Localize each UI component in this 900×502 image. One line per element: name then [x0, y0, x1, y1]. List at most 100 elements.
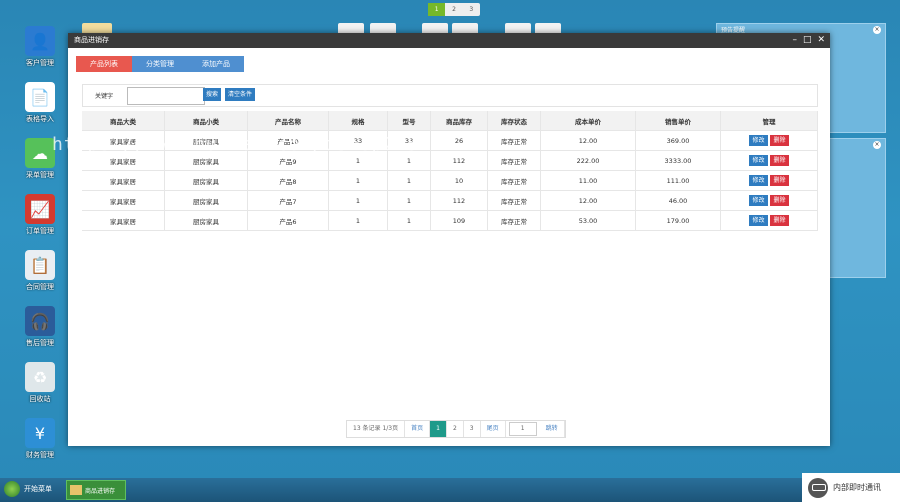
desktop-page-3[interactable]: 3: [463, 3, 480, 16]
desktop-icon-label: 订单管理: [26, 227, 54, 235]
desktop-icon[interactable]: ♻ 回收站: [20, 362, 60, 404]
tab-product-list[interactable]: 产品列表: [76, 56, 132, 72]
product-window: 商品进销存 – □ ✕ 产品列表 分类管理 添加产品 关键字 搜索 清空条件 商…: [68, 33, 830, 446]
cell-spec: 1: [328, 210, 388, 231]
task-label: 商品进销存: [85, 487, 116, 495]
first-page-link[interactable]: 首页: [405, 421, 431, 437]
desktop-icon[interactable]: 📈 订单管理: [20, 194, 60, 236]
column-header[interactable]: 成本单价: [540, 111, 636, 131]
cell-cost: 53.00: [540, 210, 636, 231]
desktop-icon[interactable]: 👤 客户管理: [20, 26, 60, 68]
cloud-icon: ☁: [25, 138, 55, 168]
pagination: 13 条记录 1/3页 首页 1 2 3 尾页 1 跳转: [346, 420, 566, 438]
cell-status: 库存正常: [487, 210, 541, 231]
desktop-icon[interactable]: 📄 表格导入: [20, 82, 60, 124]
cell-status: 库存正常: [487, 150, 541, 171]
edit-button[interactable]: 修改: [749, 215, 768, 226]
cell-spec: 1: [328, 170, 388, 191]
tab-bar: 产品列表 分类管理 添加产品: [76, 56, 244, 72]
edit-button[interactable]: 修改: [749, 155, 768, 166]
cell-price: 179.00: [635, 210, 721, 231]
desktop-icon-label: 售后管理: [26, 339, 54, 347]
maximize-icon[interactable]: □: [803, 33, 812, 48]
folder-icon: [70, 485, 82, 495]
desktop-pager: 1 2 3: [428, 3, 480, 16]
clear-button[interactable]: 清空条件: [225, 88, 256, 101]
edit-button[interactable]: 修改: [749, 195, 768, 206]
close-icon[interactable]: ✕: [817, 33, 825, 48]
cell-stock: 109: [430, 210, 488, 231]
column-header[interactable]: 商品大类: [82, 111, 165, 131]
close-icon[interactable]: ×: [873, 26, 881, 34]
im-label: 内部即时通讯: [833, 483, 881, 492]
cell-sub: 厨房家具: [164, 190, 248, 211]
desktop-icon-label: 财务管理: [26, 451, 54, 459]
start-menu-button[interactable]: 开始菜单: [4, 481, 52, 497]
document-icon: 📄: [25, 82, 55, 112]
cell-name: 产品8: [247, 170, 329, 191]
cell-cost: 12.00: [540, 130, 636, 151]
cell-price: 3333.00: [635, 150, 721, 171]
tab-category-manage[interactable]: 分类管理: [132, 56, 188, 72]
column-header[interactable]: 库存状态: [487, 111, 541, 131]
record-summary: 13 条记录 1/3页: [347, 421, 406, 437]
delete-button[interactable]: 删除: [770, 195, 789, 206]
cell-price: 46.00: [635, 190, 721, 211]
page-link-2[interactable]: 2: [447, 421, 464, 437]
search-button[interactable]: 搜索: [203, 88, 222, 101]
window-titlebar[interactable]: 商品进销存 – □ ✕: [68, 33, 830, 48]
instant-messaging-button[interactable]: 内部即时通讯: [802, 473, 900, 502]
column-header[interactable]: 商品小类: [164, 111, 248, 131]
taskbar-item-product[interactable]: 商品进销存: [66, 480, 126, 500]
cell-actions: 修改 删除: [720, 190, 818, 211]
desktop-page-2[interactable]: 2: [445, 3, 462, 16]
last-page-link[interactable]: 尾页: [481, 421, 506, 437]
delete-button[interactable]: 删除: [770, 135, 789, 146]
page-link-1[interactable]: 1: [430, 421, 447, 437]
cell-status: 库存正常: [487, 170, 541, 191]
taskbar: 开始菜单 商品进销存: [0, 478, 900, 502]
cell-price: 111.00: [635, 170, 721, 191]
column-header[interactable]: 管理: [720, 111, 818, 131]
table-row: 家具家居 厨房家具 产品8 1 1 10 库存正常 11.00 111.00 修改 删除: [82, 170, 818, 191]
keyword-input[interactable]: [127, 87, 205, 105]
cell-stock: 112: [430, 190, 488, 211]
delete-button[interactable]: 删除: [770, 215, 789, 226]
cell-actions: 修改 删除: [720, 150, 818, 171]
tab-add-product[interactable]: 添加产品: [188, 56, 244, 72]
table-row: 家具家居 厨房家具 产品6 1 1 109 库存正常 53.00 179.00 修改 删除: [82, 210, 818, 231]
page-jump-input[interactable]: 1: [508, 422, 537, 436]
desktop-icon[interactable]: 🎧 售后管理: [20, 306, 60, 348]
cell-cost: 12.00: [540, 190, 636, 211]
edit-button[interactable]: 修改: [749, 175, 768, 186]
delete-button[interactable]: 删除: [770, 175, 789, 186]
cell-model: 1: [387, 190, 431, 211]
column-header[interactable]: 销售单价: [635, 111, 721, 131]
page-link-3[interactable]: 3: [464, 421, 481, 437]
column-header[interactable]: 规格: [328, 111, 388, 131]
desktop-icon-label: 合同管理: [26, 283, 54, 291]
delete-button[interactable]: 删除: [770, 155, 789, 166]
desktop-icon[interactable]: ¥ 财务管理: [20, 418, 60, 460]
cell-actions: 修改 删除: [720, 210, 818, 231]
avatar-icon: [808, 477, 828, 498]
desktop-icon[interactable]: 📋 合同管理: [20, 250, 60, 292]
go-button[interactable]: 跳转: [540, 421, 565, 437]
cell-stock: 10: [430, 170, 488, 191]
chart-icon: 📈: [25, 194, 55, 224]
cell-sub: 厨房家具: [164, 170, 248, 191]
watermark: https://www.huzhan.com/ishop22512: [52, 134, 443, 155]
column-header[interactable]: 商品库存: [430, 111, 488, 131]
table-header-row: 商品大类 商品小类 产品名称 规格 型号 商品库存 库存状态 成本单价 销售单价…: [82, 111, 818, 131]
minimize-icon[interactable]: –: [792, 33, 797, 48]
edit-button[interactable]: 修改: [749, 135, 768, 146]
column-header[interactable]: 产品名称: [247, 111, 329, 131]
customer-icon: 👤: [25, 26, 55, 56]
desktop-page-1[interactable]: 1: [428, 3, 446, 16]
service-icon: 🎧: [25, 306, 55, 336]
cell-name: 产品6: [247, 210, 329, 231]
column-header[interactable]: 型号: [387, 111, 431, 131]
cell-status: 库存正常: [487, 190, 541, 211]
close-icon[interactable]: ×: [873, 141, 881, 149]
windows-orb-icon: [4, 481, 20, 497]
